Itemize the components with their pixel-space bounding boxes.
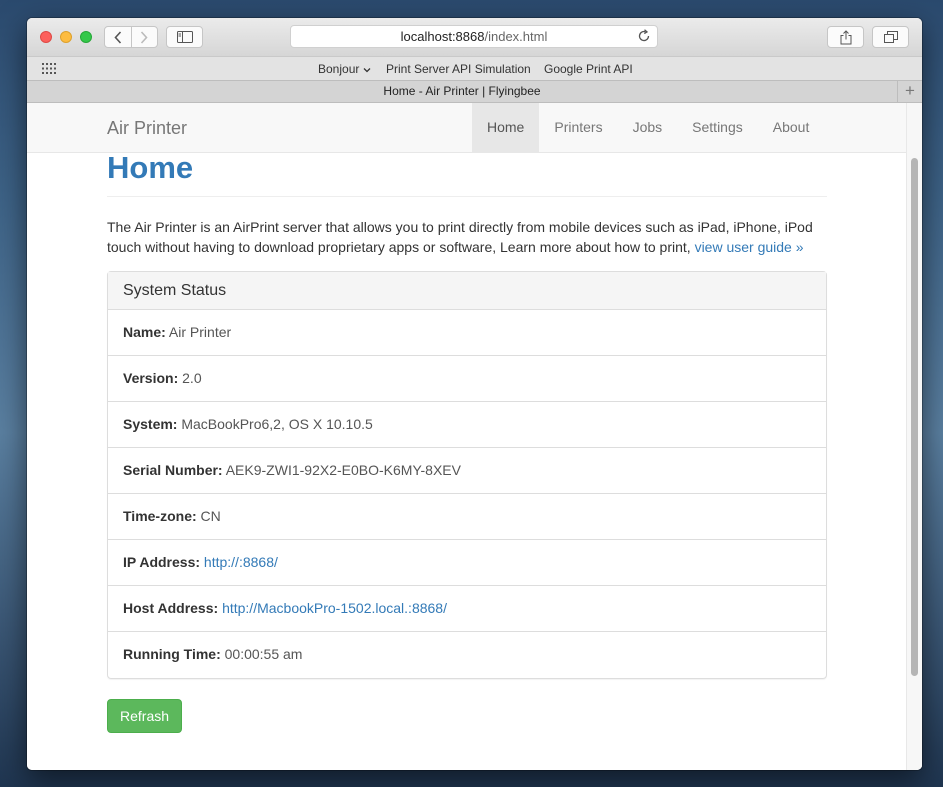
nav-printers[interactable]: Printers	[539, 103, 617, 152]
share-icon	[840, 29, 851, 44]
favorite-bonjour[interactable]: Bonjour	[318, 62, 371, 76]
new-tab-button[interactable]: +	[897, 81, 922, 102]
refresh-button[interactable]: Refrash	[107, 699, 183, 733]
reload-icon[interactable]	[637, 29, 651, 43]
tab-bar: Home - Air Printer | Flyingbee +	[27, 80, 922, 103]
nav-settings[interactable]: Settings	[677, 103, 758, 152]
page-title: Home	[107, 150, 194, 185]
address-bar[interactable]: localhost:8868/index.html	[290, 25, 658, 48]
user-guide-link[interactable]: view user guide »	[695, 239, 804, 255]
nav-links: Home Printers Jobs Settings About	[472, 103, 824, 152]
active-tab[interactable]: Home - Air Printer | Flyingbee	[27, 81, 897, 102]
status-row-version: Version: 2.0	[108, 356, 826, 402]
forward-button[interactable]	[132, 27, 158, 47]
nav-jobs[interactable]: Jobs	[618, 103, 678, 152]
favorite-print-server-api[interactable]: Print Server API Simulation	[386, 62, 531, 76]
url-path: /index.html	[484, 29, 548, 44]
chevron-down-icon	[363, 68, 371, 73]
status-row-serial: Serial Number: AEK9-ZWI1-92X2-E0BO-K6MY-…	[108, 448, 826, 494]
top-sites-grid-icon[interactable]	[42, 63, 56, 74]
chevron-right-icon	[141, 30, 148, 44]
history-nav	[104, 26, 158, 48]
browser-window: localhost:8868/index.html Bonjour Print …	[27, 18, 922, 770]
close-window-button[interactable]	[40, 31, 52, 43]
main-content: Home The Air Printer is an AirPrint serv…	[107, 148, 827, 733]
status-row-name: Name: Air Printer	[108, 310, 826, 356]
nav-home[interactable]: Home	[472, 103, 540, 152]
status-row-running-time: Running Time: 00:00:55 am	[123, 646, 303, 662]
browser-toolbar: localhost:8868/index.html	[27, 18, 922, 56]
page-scrollbar[interactable]	[906, 103, 922, 770]
minimize-window-button[interactable]	[60, 31, 72, 43]
scrollbar-thumb[interactable]	[911, 158, 918, 676]
status-row-system: System: MacBookPro6,2, OS X 10.10.5	[108, 402, 826, 448]
show-tabs-button[interactable]	[872, 26, 909, 48]
tabs-overview-icon	[883, 31, 898, 43]
system-status-panel: System Status Name: Air Printer Version:…	[107, 271, 827, 679]
share-button[interactable]	[827, 26, 864, 48]
favorite-google-print-api[interactable]: Google Print API	[544, 62, 633, 76]
intro-paragraph: The Air Printer is an AirPrint server th…	[107, 217, 827, 257]
host-address-link[interactable]: http://MacbookPro-1502.local.:8868/	[222, 600, 447, 616]
status-row-ip: IP Address: http://:8868/	[108, 540, 826, 586]
ip-address-link[interactable]: http://:8868/	[204, 554, 278, 570]
page-viewport: Air Printer Home Printers Jobs Settings …	[27, 103, 922, 770]
site-navbar: Air Printer Home Printers Jobs Settings …	[27, 103, 906, 153]
title-divider	[107, 196, 827, 197]
zoom-window-button[interactable]	[80, 31, 92, 43]
status-row-host: Host Address: http://MacbookPro-1502.loc…	[108, 586, 826, 632]
site-brand[interactable]: Air Printer	[107, 118, 187, 139]
panel-heading: System Status	[108, 272, 826, 310]
chevron-left-icon	[114, 30, 121, 44]
favorites-bar: Bonjour Print Server API Simulation Goog…	[27, 56, 922, 80]
url-host: localhost:8868	[400, 29, 485, 44]
back-button[interactable]	[105, 27, 132, 47]
status-row-timezone: Time-zone: CN	[108, 494, 826, 540]
sidebar-toggle-button[interactable]	[166, 26, 203, 48]
nav-about[interactable]: About	[758, 103, 825, 152]
sidebar-icon	[176, 31, 193, 43]
